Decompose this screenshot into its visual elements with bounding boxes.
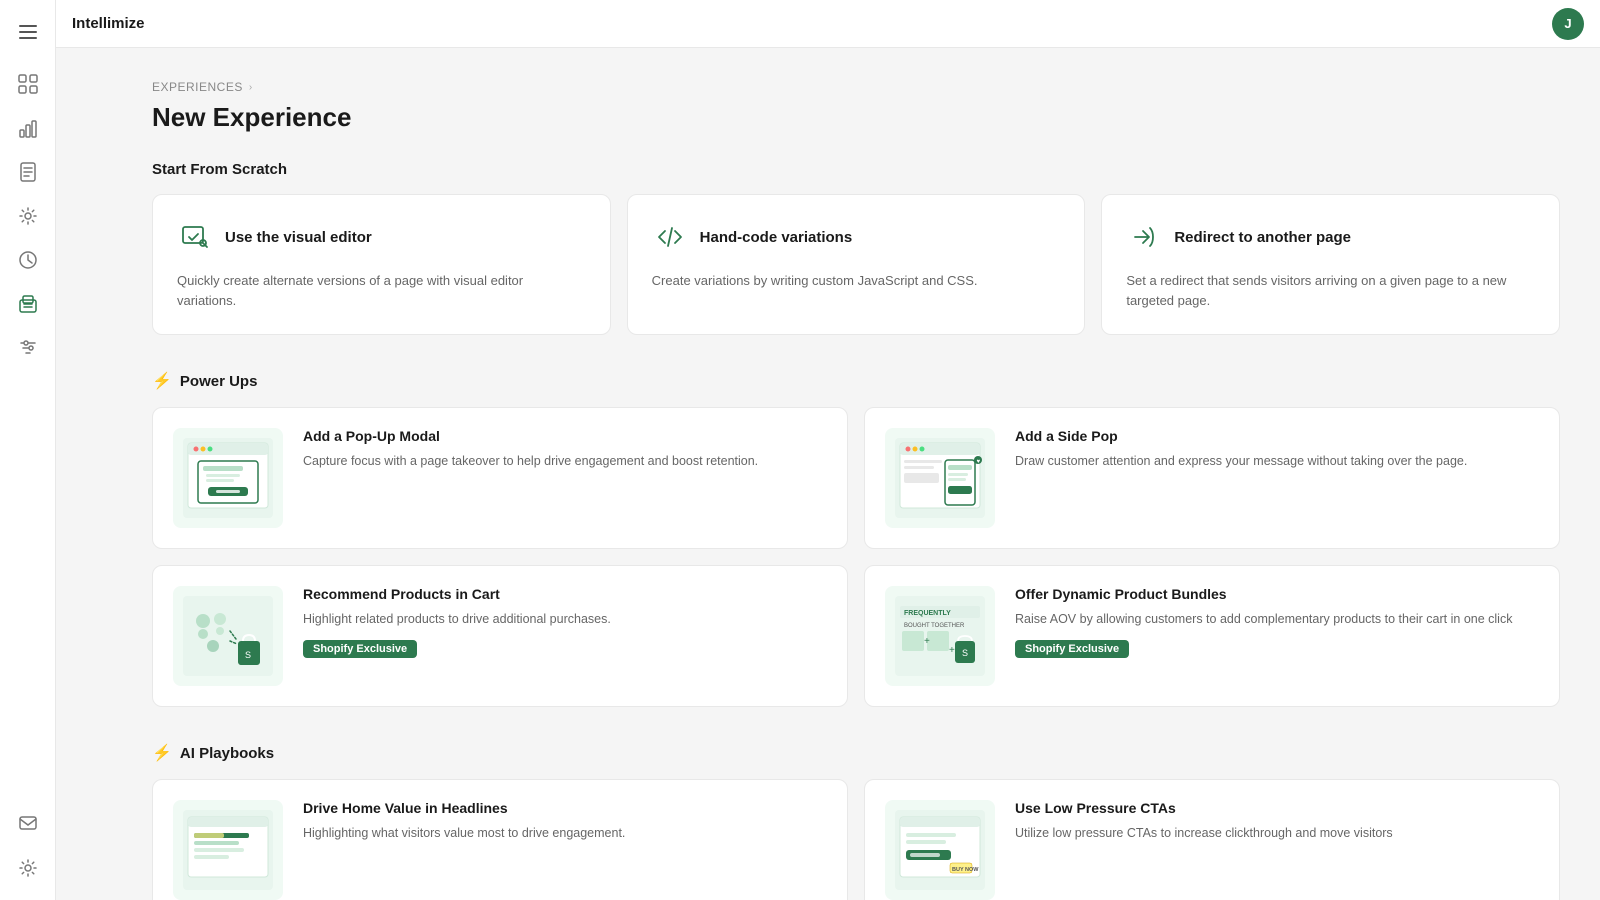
svg-text:♥: ♥ [977, 459, 981, 465]
popup-modal-thumb [173, 428, 283, 528]
sidebar-top [0, 12, 55, 368]
hand-code-icon [652, 219, 688, 255]
redirect-icon [1126, 219, 1162, 255]
topbar: Intellimize J [56, 0, 1600, 48]
sidebar-item-filters[interactable] [8, 328, 48, 368]
main-content: EXPERIENCES › New Experience Start From … [112, 48, 1600, 900]
playbooks-grid: Drive Home Value in Headlines Highlighti… [152, 779, 1560, 900]
svg-text:FREQUENTLY: FREQUENTLY [904, 610, 951, 617]
powerups-section-title: Power Ups [180, 373, 258, 390]
visual-editor-desc: Quickly create alternate versions of a p… [177, 271, 586, 310]
dynamic-bundles-desc: Raise AOV by allowing customers to add c… [1015, 610, 1539, 629]
side-pop-content: Add a Side Pop Draw customer attention a… [1015, 428, 1539, 481]
sidebar-bottom [8, 804, 48, 888]
shopify-badge-recommend: Shopify Exclusive [303, 640, 417, 658]
recommend-products-desc: Highlight related products to drive addi… [303, 610, 827, 629]
breadcrumb-parent[interactable]: EXPERIENCES [152, 80, 243, 94]
side-pop-thumb: ♥ [885, 428, 995, 528]
drive-home-desc: Highlighting what visitors value most to… [303, 824, 827, 843]
powerups-grid: Add a Pop-Up Modal Capture focus with a … [152, 407, 1560, 707]
side-pop-desc: Draw customer attention and express your… [1015, 452, 1539, 471]
scratch-section-header: Start From Scratch [152, 161, 1560, 178]
dynamic-bundles-content: Offer Dynamic Product Bundles Raise AOV … [1015, 586, 1539, 658]
popup-modal-content: Add a Pop-Up Modal Capture focus with a … [303, 428, 827, 481]
breadcrumb-chevron-icon: › [249, 82, 253, 93]
playbooks-icon: ⚡ [152, 743, 172, 763]
low-pressure-desc: Utilize low pressure CTAs to increase cl… [1015, 824, 1539, 843]
sidebar-item-settings[interactable] [8, 196, 48, 236]
hand-code-desc: Create variations by writing custom Java… [652, 271, 1061, 291]
card-redirect-header: Redirect to another page [1126, 219, 1535, 255]
sidebar-item-gear[interactable] [8, 848, 48, 888]
popup-modal-desc: Capture focus with a page takeover to he… [303, 452, 827, 471]
powerups-icon: ⚡ [152, 371, 172, 391]
svg-text:+: + [949, 645, 955, 656]
svg-text:BOUGHT TOGETHER: BOUGHT TOGETHER [904, 623, 965, 629]
card-drive-home-value[interactable]: Drive Home Value in Headlines Highlighti… [152, 779, 848, 900]
sidebar-item-experiences[interactable] [8, 284, 48, 324]
visual-editor-icon [177, 219, 213, 255]
low-pressure-title: Use Low Pressure CTAs [1015, 800, 1539, 816]
card-hand-code-header: Hand-code variations [652, 219, 1061, 255]
drive-home-title: Drive Home Value in Headlines [303, 800, 827, 816]
card-redirect[interactable]: Redirect to another page Set a redirect … [1101, 194, 1560, 335]
card-popup-modal[interactable]: Add a Pop-Up Modal Capture focus with a … [152, 407, 848, 549]
user-avatar[interactable]: J [1552, 8, 1584, 40]
recommend-products-content: Recommend Products in Cart Highlight rel… [303, 586, 827, 658]
scratch-section-title: Start From Scratch [152, 161, 287, 178]
dynamic-bundles-thumb: FREQUENTLY BOUGHT TOGETHER + S + [885, 586, 995, 686]
sidebar-item-analytics[interactable] [8, 108, 48, 148]
card-recommend-products[interactable]: S Recommend Products in Cart Highlight r… [152, 565, 848, 707]
side-pop-title: Add a Side Pop [1015, 428, 1539, 444]
redirect-title: Redirect to another page [1174, 229, 1351, 246]
app-name: Intellimize [72, 15, 145, 32]
low-pressure-thumb: BUY NOW [885, 800, 995, 900]
drive-home-content: Drive Home Value in Headlines Highlighti… [303, 800, 827, 853]
scratch-cards-grid: Use the visual editor Quickly create alt… [152, 194, 1560, 335]
sidebar [0, 0, 56, 900]
sidebar-item-reports[interactable] [8, 152, 48, 192]
card-dynamic-bundles[interactable]: FREQUENTLY BOUGHT TOGETHER + S + [864, 565, 1560, 707]
shopify-badge-bundles: Shopify Exclusive [1015, 640, 1129, 658]
breadcrumb: EXPERIENCES › [152, 80, 1560, 94]
hamburger-menu[interactable] [8, 12, 48, 52]
svg-text:BUY NOW: BUY NOW [952, 867, 979, 873]
drive-home-thumb [173, 800, 283, 900]
sidebar-item-history[interactable] [8, 240, 48, 280]
popup-modal-title: Add a Pop-Up Modal [303, 428, 827, 444]
card-visual-editor-header: Use the visual editor [177, 219, 586, 255]
visual-editor-title: Use the visual editor [225, 229, 372, 246]
card-side-pop[interactable]: ♥ Add a Side Pop Draw customer attention… [864, 407, 1560, 549]
redirect-desc: Set a redirect that sends visitors arriv… [1126, 271, 1535, 310]
powerups-section-header: ⚡ Power Ups [152, 371, 1560, 391]
recommend-products-title: Recommend Products in Cart [303, 586, 827, 602]
sidebar-item-dashboard[interactable] [8, 64, 48, 104]
svg-text:S: S [245, 650, 251, 660]
card-hand-code[interactable]: Hand-code variations Create variations b… [627, 194, 1086, 335]
hand-code-title: Hand-code variations [700, 229, 853, 246]
dynamic-bundles-title: Offer Dynamic Product Bundles [1015, 586, 1539, 602]
playbooks-section-header: ⚡ AI Playbooks [152, 743, 1560, 763]
svg-text:+: + [924, 636, 930, 647]
card-low-pressure-ctas[interactable]: BUY NOW Use Low Pressure CTAs Utilize lo… [864, 779, 1560, 900]
low-pressure-content: Use Low Pressure CTAs Utilize low pressu… [1015, 800, 1539, 853]
topbar-right: J [1552, 8, 1584, 40]
playbooks-section-title: AI Playbooks [180, 745, 274, 762]
card-visual-editor[interactable]: Use the visual editor Quickly create alt… [152, 194, 611, 335]
sidebar-item-messages[interactable] [8, 804, 48, 844]
recommend-products-thumb: S [173, 586, 283, 686]
page-title: New Experience [152, 102, 1560, 133]
svg-text:S: S [962, 648, 968, 658]
